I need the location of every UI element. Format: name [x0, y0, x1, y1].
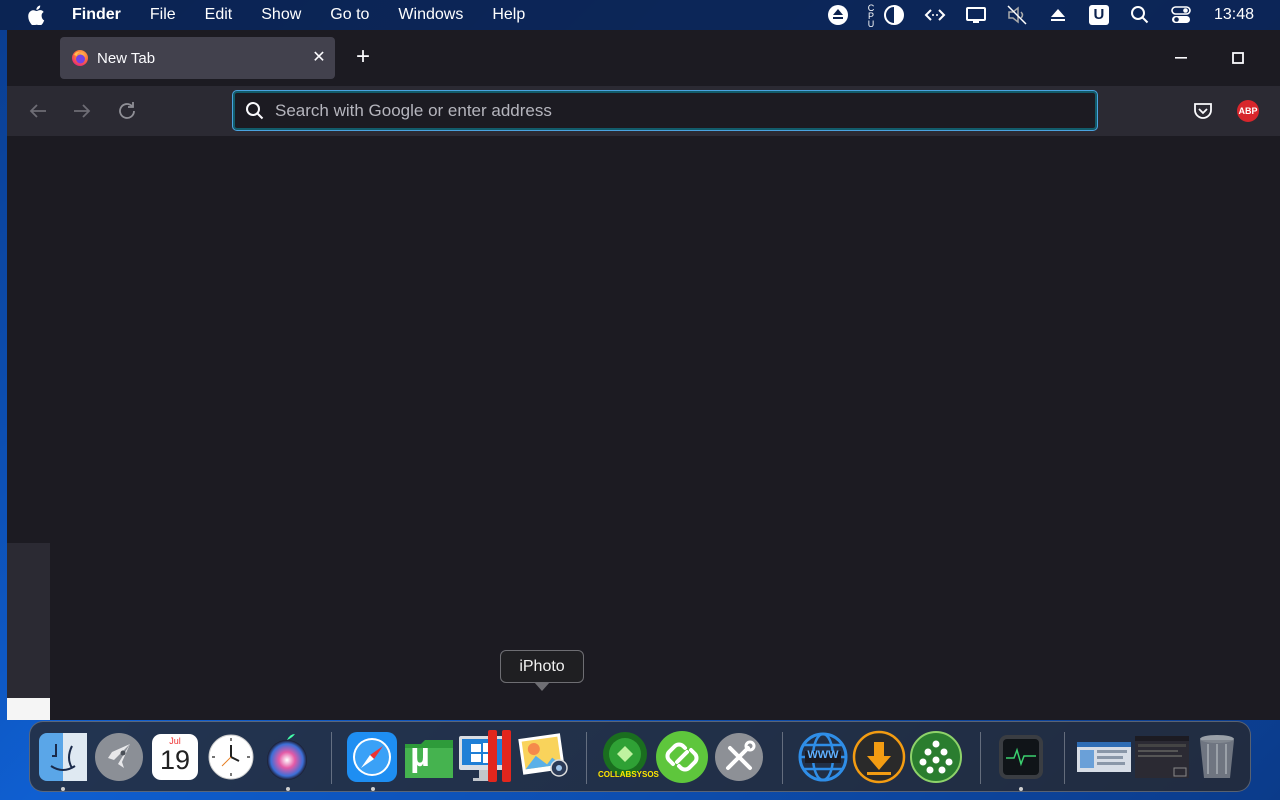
dock-separator	[980, 732, 981, 784]
tab-close-icon[interactable]: ✕	[311, 50, 327, 66]
address-input[interactable]	[275, 100, 1055, 121]
mute-icon[interactable]	[1006, 4, 1028, 26]
tab-title: New Tab	[97, 49, 156, 67]
contrast-icon[interactable]	[883, 4, 905, 26]
cpu-label: CPU	[865, 3, 876, 27]
finder-icon[interactable]	[36, 730, 90, 784]
firefox-icon	[71, 49, 89, 67]
menu-help[interactable]: Help	[492, 6, 525, 24]
iphoto-icon[interactable]	[515, 730, 569, 784]
u-label: U	[1088, 5, 1109, 25]
menubar-clock[interactable]: 13:48	[1214, 6, 1254, 24]
globe-icon[interactable]: WWW	[796, 730, 850, 784]
running-indicator	[61, 787, 65, 791]
collabsysos-label: COLLABSYSOS	[598, 770, 659, 779]
siri-icon[interactable]	[260, 730, 314, 784]
calendar-icon[interactable]: Jul 19	[148, 730, 202, 784]
new-tab-button[interactable]: +	[350, 45, 376, 71]
window-thumbnail-2[interactable]	[1134, 730, 1190, 784]
display-icon[interactable]	[965, 4, 987, 26]
menu-windows[interactable]: Windows	[398, 6, 463, 24]
menu-show[interactable]: Show	[261, 6, 301, 24]
background-window-edge	[7, 543, 50, 698]
browser-window: New Tab ✕ + ABP	[7, 30, 1280, 720]
www-label: WWW	[807, 749, 839, 761]
menu-edit[interactable]: Edit	[205, 6, 233, 24]
pocket-icon[interactable]	[1192, 100, 1214, 122]
running-indicator	[371, 787, 375, 791]
u-icon[interactable]: U	[1088, 4, 1110, 26]
page-content	[7, 136, 1280, 720]
forward-icon[interactable]	[70, 99, 94, 123]
calendar-day: 19	[159, 745, 191, 775]
status-tray: CPU U 13:48	[808, 0, 1280, 30]
safari-icon[interactable]	[345, 730, 399, 784]
network-people-icon[interactable]	[909, 730, 963, 784]
address-bar[interactable]	[232, 90, 1098, 131]
running-indicator	[286, 787, 290, 791]
collabsysos-icon[interactable]: COLLABSYSOS	[598, 730, 659, 784]
tooltip-arrow	[534, 682, 550, 691]
apple-icon[interactable]	[27, 5, 45, 25]
dock: Jul 19 µ COLLABSYSOS WWW	[29, 721, 1251, 792]
minimize-icon[interactable]	[1171, 48, 1191, 68]
tab-bar: New Tab ✕ +	[7, 30, 1280, 86]
dock-tooltip: iPhoto	[500, 650, 584, 683]
cpu-icon[interactable]: CPU	[865, 3, 877, 27]
utilities-icon[interactable]	[712, 730, 766, 784]
menu-go-to[interactable]: Go to	[330, 6, 369, 24]
activity-monitor-icon[interactable]	[994, 730, 1048, 784]
reload-icon[interactable]	[115, 99, 139, 123]
trash-icon[interactable]	[1190, 730, 1244, 784]
utorrent-label: µ	[410, 736, 430, 774]
nav-toolbar: ABP	[7, 86, 1280, 136]
search-icon	[245, 101, 265, 121]
link-icon[interactable]	[655, 730, 709, 784]
clock-app-icon[interactable]	[204, 730, 258, 784]
upload-icon[interactable]	[1047, 4, 1069, 26]
window-thumbnail-1[interactable]	[1076, 730, 1132, 784]
download-icon[interactable]	[852, 730, 906, 784]
search-icon[interactable]	[1129, 4, 1151, 26]
running-indicator	[1019, 787, 1023, 791]
launchpad-icon[interactable]	[92, 730, 146, 784]
menu-file[interactable]: File	[150, 6, 176, 24]
dock-separator	[331, 732, 332, 784]
utorrent-icon[interactable]: µ	[401, 730, 457, 784]
menu-finder[interactable]: Finder	[72, 6, 121, 24]
eject-icon[interactable]	[827, 4, 849, 26]
dock-separator	[1064, 732, 1065, 784]
code-icon[interactable]	[924, 4, 946, 26]
back-icon[interactable]	[26, 99, 50, 123]
menu-bar: Finder File Edit Show Go to Windows Help…	[0, 0, 1280, 30]
dock-separator	[782, 732, 783, 784]
maximize-icon[interactable]	[1228, 48, 1248, 68]
adblock-plus-icon[interactable]: ABP	[1237, 100, 1259, 122]
tab-new-tab[interactable]: New Tab ✕	[60, 37, 335, 79]
parallels-icon[interactable]	[485, 730, 515, 784]
dock-separator	[586, 732, 587, 784]
background-window-edge-light	[7, 698, 50, 720]
control-center-icon[interactable]	[1170, 4, 1192, 26]
